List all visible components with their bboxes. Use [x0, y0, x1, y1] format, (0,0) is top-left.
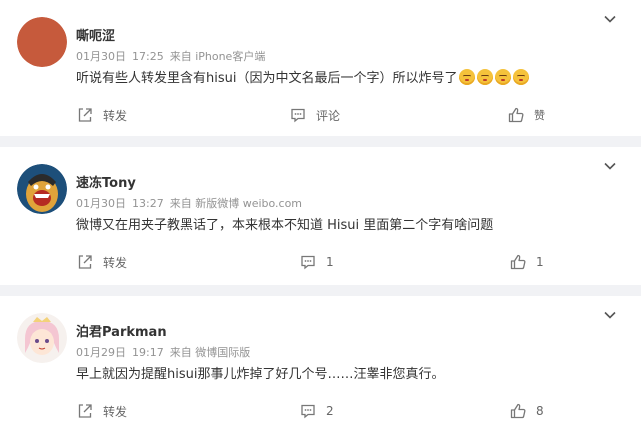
comment-icon	[301, 404, 315, 419]
comment-card: 泊君Parkman 01月29日 19:17 来自 微博国际版 早上就因为提醒his…	[0, 296, 641, 437]
avatar[interactable]	[17, 17, 67, 67]
comment-button[interactable]: 评论	[289, 104, 340, 126]
comment-button[interactable]: 1	[299, 251, 334, 273]
repost-label: 转发	[103, 108, 128, 123]
chevron-down-icon[interactable]	[603, 308, 617, 322]
comment-label: 评论	[316, 108, 341, 123]
comment-actions: 转发 1 1	[0, 251, 641, 273]
comment-icon	[301, 255, 315, 270]
comment-count: 1	[326, 255, 334, 269]
comment-text: 微博又在用夹子教黑话了，本来根本不知道 Hisui 里面第二个字有啥问题	[76, 218, 494, 233]
username[interactable]: 嘶呃涩	[76, 25, 115, 44]
repost-label: 转发	[103, 255, 128, 270]
like-button[interactable]: 赞	[507, 104, 545, 126]
comment-source: 来自 新版微博 weibo.com	[169, 197, 303, 210]
avatar[interactable]	[17, 313, 67, 363]
repost-icon	[78, 255, 92, 269]
username[interactable]: 泊君Parkman	[76, 321, 167, 340]
comment-button[interactable]: 2	[299, 400, 334, 422]
comment-meta: 01月29日 19:17 来自 微博国际版	[76, 344, 256, 360]
like-count: 1	[536, 255, 544, 269]
comment-date: 01月30日	[76, 50, 126, 63]
avatar[interactable]	[17, 164, 67, 214]
comment-meta: 01月30日 17:25 来自 iPhone客户端	[76, 48, 271, 64]
comment-icon	[291, 108, 305, 123]
thumbs-up-icon	[510, 254, 526, 270]
thumbs-up-icon	[510, 403, 526, 419]
repost-icon	[78, 108, 92, 122]
comment-card: 嘶呃涩 01月30日 17:25 来自 iPhone客户端 听说有些人转发里含有hi…	[0, 0, 641, 136]
repost-button[interactable]: 转发	[76, 104, 127, 126]
username[interactable]: 速冻Tony	[76, 172, 136, 191]
comment-time: 17:25	[132, 50, 164, 63]
comment-count: 2	[326, 404, 334, 418]
comment-source: 来自 iPhone客户端	[169, 50, 266, 63]
thumbs-up-icon	[508, 107, 524, 123]
like-button[interactable]: 8	[509, 400, 544, 422]
comment-text: 听说有些人转发里含有hisui（因为中文名最后一个字）所以炸号了	[76, 67, 530, 86]
repost-button[interactable]: 转发	[76, 400, 127, 422]
comment-date: 01月30日	[76, 197, 126, 210]
comment-text: 早上就因为提醒hisui那事儿炸掉了好几个号……汪睾非您真行。	[76, 367, 445, 382]
comment-text-content: 听说有些人转发里含有hisui（因为中文名最后一个字）所以炸号了	[76, 71, 458, 86]
like-button[interactable]: 1	[509, 251, 544, 273]
like-label: 赞	[534, 109, 545, 122]
comment-meta: 01月30日 13:27 来自 新版微博 weibo.com	[76, 195, 308, 211]
sleepy-face-emoji	[477, 69, 494, 85]
comment-card: 速冻Tony 01月30日 13:27 来自 新版微博 weibo.com 微博又在…	[0, 147, 641, 285]
repost-label: 转发	[103, 404, 128, 419]
repost-icon	[78, 404, 92, 418]
comment-time: 19:17	[132, 346, 164, 359]
comment-source: 来自 微博国际版	[169, 346, 251, 359]
sleepy-face-emoji	[513, 69, 530, 85]
chevron-down-icon[interactable]	[603, 159, 617, 173]
like-count: 8	[536, 404, 544, 418]
chevron-down-icon[interactable]	[603, 12, 617, 26]
comment-time: 13:27	[132, 197, 164, 210]
comment-date: 01月29日	[76, 346, 126, 359]
comment-actions: 转发 评论 赞	[0, 104, 641, 126]
sleepy-face-emoji	[459, 69, 476, 85]
comment-actions: 转发 2 8	[0, 400, 641, 422]
sleepy-face-emoji	[495, 69, 512, 85]
repost-button[interactable]: 转发	[76, 251, 127, 273]
